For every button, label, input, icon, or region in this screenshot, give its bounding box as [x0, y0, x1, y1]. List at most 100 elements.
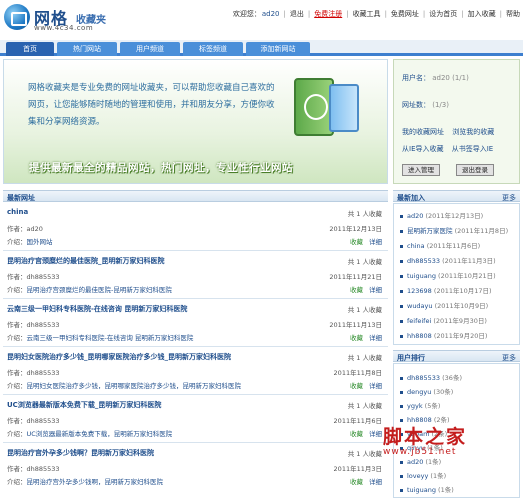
list-item: 昆明治疗宫颈糜烂的最佳医院_昆明新万家妇科医院 共 1 人收藏 作者：dh885…: [3, 251, 388, 299]
date: 2011年11月3日: [333, 465, 382, 473]
bullet-icon: [400, 289, 403, 293]
favorite-button[interactable]: 收藏: [350, 334, 363, 342]
author: 作者：dh885533: [7, 321, 60, 329]
list-item[interactable]: 昆明新万家医院 (2011年11月8日): [400, 225, 508, 235]
tab-hot-sites[interactable]: 热门网站: [57, 42, 117, 56]
browse-favorites-link[interactable]: 浏览我的收藏: [452, 128, 494, 136]
site-title-link[interactable]: 昆明治疗宫外孕多少钱啊？昆明新万家妇科医院: [7, 448, 154, 458]
list-item[interactable]: loveyy (1条): [400, 470, 446, 480]
watermark-url: www.jb51.net: [383, 447, 457, 457]
divider: |: [461, 10, 464, 18]
favorite-count: 共 1 人收藏: [347, 354, 382, 362]
user-name: hh8808: [407, 332, 432, 340]
detail-link[interactable]: 详细: [369, 478, 382, 486]
list-item[interactable]: tuiguang (1条): [400, 484, 454, 494]
count-row: 网址数： (1/3): [402, 100, 449, 110]
list-item[interactable]: tuiguang (2011年10月21日): [400, 270, 496, 280]
more-link[interactable]: 更多: [502, 353, 516, 363]
manage-button[interactable]: 进入管理: [402, 164, 440, 176]
header: 网格 收藏夹 www.4c34.com 欢迎您：ad20 | 退出 | 免费注册 | 收藏工…: [0, 0, 523, 40]
intro-label: 介绍：: [7, 286, 27, 294]
tab-users[interactable]: 用户频道: [120, 42, 180, 56]
watermark-title: 脚本之家: [383, 426, 468, 448]
tools-link[interactable]: 收藏工具: [353, 10, 381, 18]
favorite-count: 共 1 人收藏: [347, 402, 382, 410]
set-home-link[interactable]: 设为首页: [429, 10, 457, 18]
entry-actions: 收藏 详细: [350, 428, 382, 438]
user-label: 用户名：: [402, 74, 430, 82]
username-link[interactable]: ad20: [262, 10, 280, 18]
list-item[interactable]: wudayu (2011年10月9日): [400, 300, 488, 310]
user-name: dh885533: [407, 374, 441, 382]
add-favorite-link[interactable]: 加入收藏: [468, 10, 496, 18]
list-item[interactable]: dh885533 (36条): [400, 372, 462, 382]
banner-slogan: 提供最新最全的精品网站，热门网址，专业性行业网站: [29, 162, 293, 174]
site-title-link[interactable]: 昆明治疗宫颈糜烂的最佳医院_昆明新万家妇科医院: [7, 256, 165, 266]
favorite-button[interactable]: 收藏: [350, 478, 363, 486]
list-item[interactable]: dengyu (30条): [400, 386, 453, 396]
bullet-icon: [400, 460, 403, 464]
link-count: (36条): [442, 374, 462, 382]
list-item: china 共 1 人收藏 作者：ad20 2011年12月13日 介绍：国外网…: [3, 203, 388, 251]
user-name: 123698: [407, 287, 432, 295]
detail-link[interactable]: 详细: [369, 238, 382, 246]
entry-actions: 收藏 详细: [350, 332, 382, 342]
favorite-count: 共 1 人收藏: [347, 450, 382, 458]
tab-add-site[interactable]: 添加新网站: [246, 42, 310, 56]
divider: |: [307, 10, 311, 18]
free-sites-link[interactable]: 免费网址: [391, 10, 419, 18]
site-logo[interactable]: 网格 收藏夹 www.4c34.com: [4, 4, 124, 36]
list-item[interactable]: ygyk (5条): [400, 400, 440, 410]
bullet-icon: [400, 229, 403, 233]
logout-link[interactable]: 退出: [290, 10, 304, 18]
intro-banner: 网格收藏夹是专业免费的网址收藏夹，可以帮助您收藏自己喜欢的网页，让您能够随时随地…: [3, 59, 388, 184]
list-item[interactable]: hh8808 (2011年9月20日): [400, 330, 487, 340]
tab-home[interactable]: 首页: [6, 42, 54, 56]
tab-tags[interactable]: 标签频道: [183, 42, 243, 56]
join-date: (2011年10月21日): [438, 272, 496, 280]
help-link[interactable]: 帮助: [506, 10, 520, 18]
user-name: dh885533: [407, 257, 441, 265]
top-links: 欢迎您：ad20 | 退出 | 免费注册 | 收藏工具 | 免费网址 | 设为首页 | 加入收藏 | 帮助: [229, 9, 520, 19]
detail-link[interactable]: 详细: [369, 430, 382, 438]
author: 作者：dh885533: [7, 417, 60, 425]
recent-users-header: 最新加入 更多: [393, 190, 520, 202]
list-item[interactable]: 123698 (2011年10月17日): [400, 285, 492, 295]
site-title-link[interactable]: 昆明妇女医院治疗多少钱_昆明哪家医院治疗多少钱_昆明新万家妇科医院: [7, 352, 231, 362]
list-item[interactable]: dh885533 (2011年11月3日): [400, 255, 496, 265]
import-bookmark-link[interactable]: 从书签导入IE: [452, 145, 494, 153]
favorite-button[interactable]: 收藏: [350, 238, 363, 246]
intro-label: 介绍：: [7, 478, 27, 486]
detail-link[interactable]: 详细: [369, 286, 382, 294]
user-name: feifeifei: [407, 317, 432, 325]
list-item[interactable]: feifeifei (2011年9月30日): [400, 315, 487, 325]
my-favorites-link[interactable]: 我的收藏网址: [402, 128, 444, 136]
register-link[interactable]: 免费注册: [314, 10, 342, 18]
author: 作者：dh885533: [7, 369, 60, 377]
favorite-button[interactable]: 收藏: [350, 430, 363, 438]
favorite-button[interactable]: 收藏: [350, 382, 363, 390]
list-item[interactable]: ad20 (2011年12月13日): [400, 210, 483, 220]
bullet-icon: [400, 376, 403, 380]
site-title-link[interactable]: china: [7, 208, 28, 216]
detail-link[interactable]: 详细: [369, 382, 382, 390]
list-item[interactable]: ad20 (1条): [400, 456, 441, 466]
logout-button[interactable]: 退出登录: [456, 164, 494, 176]
site-title-link[interactable]: UC浏览器最新版本免费下载_昆明新万家妇科医院: [7, 400, 161, 410]
detail-link[interactable]: 详细: [369, 334, 382, 342]
link-count: (5条): [424, 402, 441, 410]
import-ie-link[interactable]: 从IE导入收藏: [402, 145, 444, 153]
date: 2011年11月13日: [329, 321, 382, 329]
user-name: 昆明新万家医院: [407, 227, 453, 235]
count-label: 网址数：: [402, 101, 430, 109]
favorite-button[interactable]: 收藏: [350, 286, 363, 294]
more-link[interactable]: 更多: [502, 193, 516, 203]
intro: 介绍：昆明妇女医院治疗多少钱，昆明哪家医院治疗多少钱，昆明新万家妇科医院: [7, 380, 241, 390]
intro: 介绍：云南三级一甲妇科专科医院-在线咨询 昆明新万家妇科医院: [7, 332, 193, 342]
author: 作者：ad20: [7, 225, 43, 233]
list-item[interactable]: china (2011年11月6日): [400, 240, 480, 250]
site-title-link[interactable]: 云南三级一甲妇科专科医院-在线咨询 昆明新万家妇科医院: [7, 304, 187, 314]
intro: 介绍：昆明治疗宫外孕多少钱啊，昆明新万家妇科医院: [7, 476, 163, 486]
bullet-icon: [400, 474, 403, 478]
book-illustration-icon: [329, 84, 359, 132]
